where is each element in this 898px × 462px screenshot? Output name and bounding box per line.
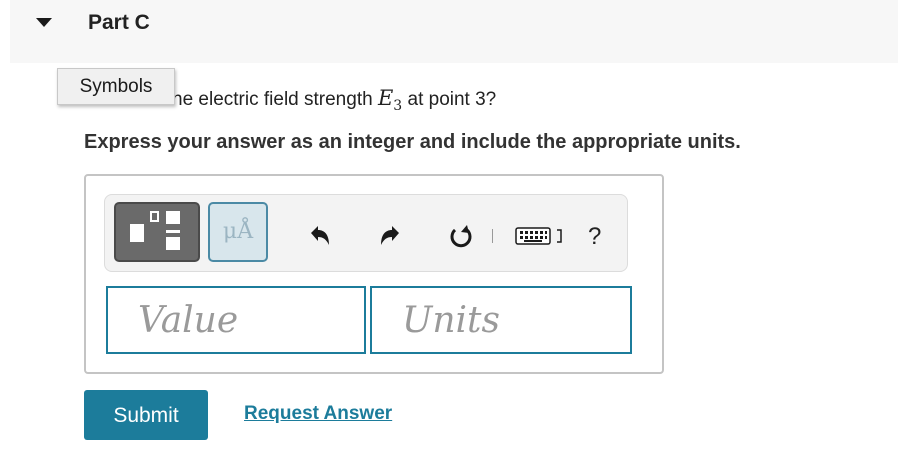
question-text: he electric field strength E3 at point 3…: [172, 84, 496, 120]
field-symbol-letter: E: [377, 86, 394, 110]
symbols-tooltip: Symbols: [57, 68, 175, 105]
undo-icon[interactable]: [306, 220, 334, 252]
templates-button[interactable]: [114, 202, 200, 262]
units-button[interactable]: μÅ: [208, 202, 268, 262]
templates-fraction-bar-icon: [166, 230, 180, 233]
collapse-caret-icon[interactable]: [36, 18, 52, 27]
answer-instruction: Express your answer as an integer and in…: [84, 131, 741, 153]
units-input[interactable]: [370, 286, 632, 354]
reset-icon[interactable]: [446, 220, 476, 252]
separator-icon: [490, 220, 494, 252]
submit-button[interactable]: Submit: [84, 390, 208, 440]
question-prefix: he electric field strength: [172, 89, 378, 110]
redo-icon[interactable]: [376, 220, 404, 252]
value-input[interactable]: [106, 286, 366, 354]
field-symbol: E3: [377, 86, 402, 114]
templates-small-box-icon: [150, 211, 159, 222]
field-symbol-subscript: 3: [393, 98, 403, 115]
templates-icon: [130, 224, 144, 242]
templates-fraction-top-icon: [166, 211, 180, 224]
request-answer-link[interactable]: Request Answer: [244, 400, 392, 428]
templates-fraction-bottom-icon: [166, 237, 180, 250]
part-title: Part C: [88, 11, 150, 34]
help-icon[interactable]: ?: [588, 222, 601, 252]
question-suffix: at point 3?: [402, 89, 497, 110]
keyboard-icon[interactable]: [514, 220, 568, 252]
